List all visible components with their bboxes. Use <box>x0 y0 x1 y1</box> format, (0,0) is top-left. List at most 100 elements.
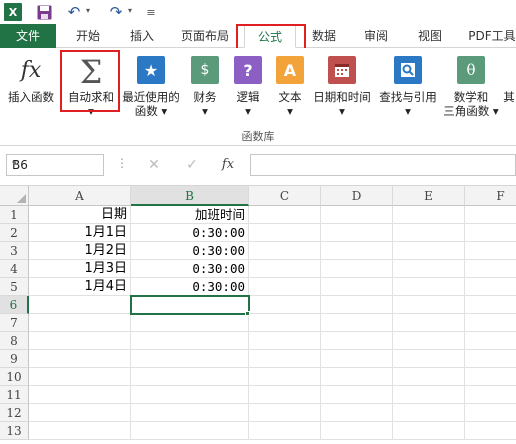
math-trig-button[interactable]: θ 数学和 三角函数 ▾ <box>440 56 502 118</box>
cell-a8[interactable] <box>29 332 131 350</box>
formula-input[interactable] <box>250 154 516 176</box>
cell-e9[interactable] <box>393 350 465 368</box>
cell-c3[interactable] <box>249 242 321 260</box>
cell-f1[interactable] <box>465 206 516 224</box>
cell-f11[interactable] <box>465 386 516 404</box>
select-all-button[interactable] <box>0 186 29 206</box>
cell-d5[interactable] <box>321 278 393 296</box>
lookup-reference-button[interactable]: 查找与引用 ▾ <box>376 56 440 118</box>
autosum-dropdown[interactable]: ▾ <box>62 104 120 118</box>
recently-used-button[interactable]: ★ 最近使用的 函数 ▾ <box>120 56 182 118</box>
date-time-dropdown[interactable]: ▾ <box>310 104 374 118</box>
cell-e5[interactable] <box>393 278 465 296</box>
undo-dropdown-icon[interactable]: ▾ <box>86 6 90 15</box>
row-header-5[interactable]: 5 <box>0 278 29 296</box>
cell-a5[interactable]: 1月4日 <box>29 278 131 296</box>
cell-f5[interactable] <box>465 278 516 296</box>
tab-review[interactable]: 审阅 <box>356 24 396 48</box>
date-time-button[interactable]: 日期和时间 ▾ <box>310 56 374 118</box>
cell-a6[interactable] <box>29 296 131 314</box>
cell-a2[interactable]: 1月1日 <box>29 224 131 242</box>
name-box[interactable]: B6 ▾ <box>6 154 104 176</box>
cell-f3[interactable] <box>465 242 516 260</box>
save-icon[interactable] <box>36 3 52 21</box>
cell-d12[interactable] <box>321 404 393 422</box>
cell-b3[interactable]: 0:30:00 <box>131 242 249 260</box>
cell-d6[interactable] <box>321 296 393 314</box>
cell-c8[interactable] <box>249 332 321 350</box>
cell-b4[interactable]: 0:30:00 <box>131 260 249 278</box>
cell-f6[interactable] <box>465 296 516 314</box>
cell-e8[interactable] <box>393 332 465 350</box>
cell-e7[interactable] <box>393 314 465 332</box>
cell-c12[interactable] <box>249 404 321 422</box>
row-header-10[interactable]: 10 <box>0 368 29 386</box>
cell-d7[interactable] <box>321 314 393 332</box>
cell-d13[interactable] <box>321 422 393 440</box>
cell-b9[interactable] <box>131 350 249 368</box>
lookup-reference-dropdown[interactable]: ▾ <box>376 104 440 118</box>
cell-f9[interactable] <box>465 350 516 368</box>
cell-d4[interactable] <box>321 260 393 278</box>
cell-f4[interactable] <box>465 260 516 278</box>
row-header-8[interactable]: 8 <box>0 332 29 350</box>
cell-b5[interactable]: 0:30:00 <box>131 278 249 296</box>
cell-f2[interactable] <box>465 224 516 242</box>
cell-e11[interactable] <box>393 386 465 404</box>
more-functions-button[interactable]: 其 <box>502 56 516 104</box>
cell-d3[interactable] <box>321 242 393 260</box>
cell-b12[interactable] <box>131 404 249 422</box>
row-header-12[interactable]: 12 <box>0 404 29 422</box>
column-header-c[interactable]: C <box>249 186 321 206</box>
column-header-b[interactable]: B <box>131 186 249 206</box>
cell-f12[interactable] <box>465 404 516 422</box>
name-box-dropdown-icon[interactable]: ▾ <box>12 159 99 169</box>
cell-c6[interactable] <box>249 296 321 314</box>
cell-e12[interactable] <box>393 404 465 422</box>
cell-b6[interactable] <box>131 296 249 314</box>
cell-b7[interactable] <box>131 314 249 332</box>
row-header-11[interactable]: 11 <box>0 386 29 404</box>
cell-b8[interactable] <box>131 332 249 350</box>
cell-f7[interactable] <box>465 314 516 332</box>
cell-a12[interactable] <box>29 404 131 422</box>
cell-c11[interactable] <box>249 386 321 404</box>
cell-a13[interactable] <box>29 422 131 440</box>
cell-b2[interactable]: 0:30:00 <box>131 224 249 242</box>
insert-function-fx-button[interactable]: fx <box>216 154 240 176</box>
tab-insert[interactable]: 插入 <box>120 24 164 48</box>
cancel-formula-button[interactable]: ✕ <box>142 154 166 176</box>
cell-a1[interactable]: 日期 <box>29 206 131 224</box>
cell-c13[interactable] <box>249 422 321 440</box>
cell-a11[interactable] <box>29 386 131 404</box>
cell-b10[interactable] <box>131 368 249 386</box>
column-header-e[interactable]: E <box>393 186 465 206</box>
cell-c9[interactable] <box>249 350 321 368</box>
fill-handle[interactable] <box>245 311 250 316</box>
row-header-13[interactable]: 13 <box>0 422 29 440</box>
tab-home[interactable]: 开始 <box>66 24 110 48</box>
text-button[interactable]: A 文本 ▾ <box>272 56 308 118</box>
cell-b1[interactable]: 加班时间 <box>131 206 249 224</box>
financial-dropdown[interactable]: ▾ <box>186 104 224 118</box>
cell-f8[interactable] <box>465 332 516 350</box>
tab-view[interactable]: 视图 <box>410 24 450 48</box>
tab-data[interactable]: 数据 <box>304 24 344 48</box>
undo-icon[interactable]: ↶ <box>66 3 82 21</box>
cell-d11[interactable] <box>321 386 393 404</box>
cell-b11[interactable] <box>131 386 249 404</box>
cell-d2[interactable] <box>321 224 393 242</box>
redo-icon[interactable]: ↷ <box>108 3 124 21</box>
cell-c5[interactable] <box>249 278 321 296</box>
row-header-7[interactable]: 7 <box>0 314 29 332</box>
cell-c2[interactable] <box>249 224 321 242</box>
row-header-3[interactable]: 3 <box>0 242 29 260</box>
cell-f13[interactable] <box>465 422 516 440</box>
cell-c10[interactable] <box>249 368 321 386</box>
cell-d1[interactable] <box>321 206 393 224</box>
tab-formulas[interactable]: 公式 <box>244 24 296 48</box>
cell-a4[interactable]: 1月3日 <box>29 260 131 278</box>
cell-a10[interactable] <box>29 368 131 386</box>
cell-e4[interactable] <box>393 260 465 278</box>
customize-qat-icon[interactable]: ≡ <box>146 3 156 21</box>
